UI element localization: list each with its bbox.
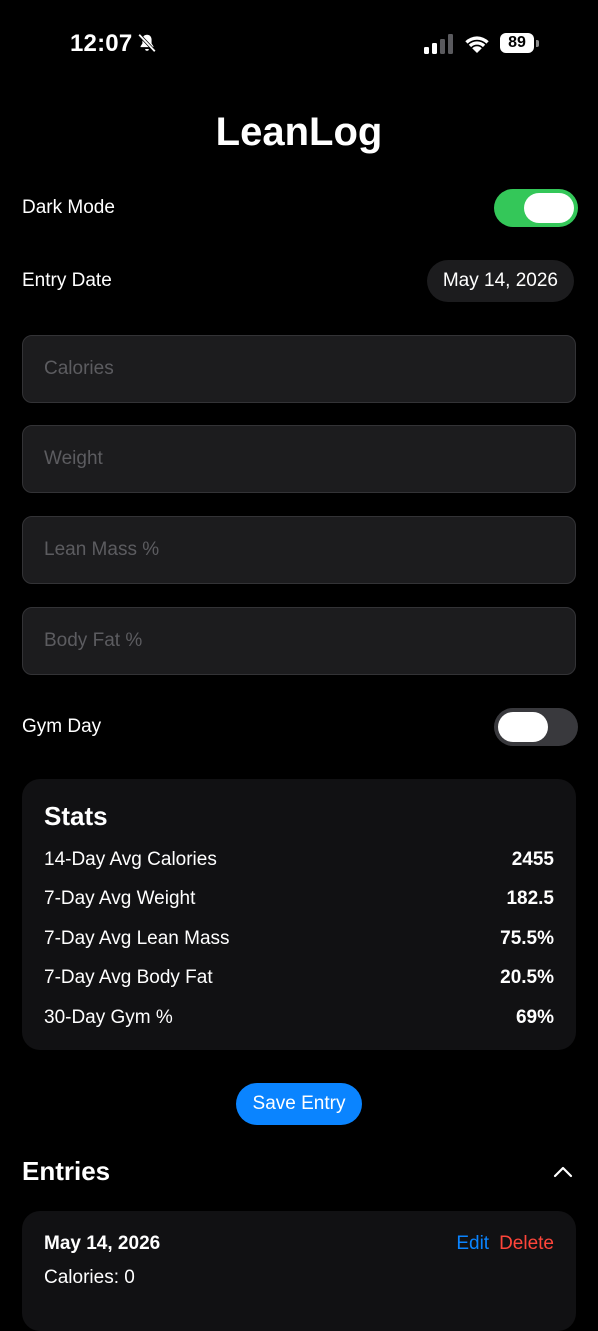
stat-row: 7-Day Avg Lean Mass 75.5% bbox=[44, 928, 554, 950]
stat-row: 14-Day Avg Calories 2455 bbox=[44, 849, 554, 871]
gym-day-label: Gym Day bbox=[22, 716, 102, 737]
gym-day-row: Gym Day bbox=[22, 708, 578, 746]
entry-calories: Calories: 0 bbox=[44, 1267, 135, 1288]
stat-row: 7-Day Avg Weight 182.5 bbox=[44, 888, 554, 910]
toggle-knob bbox=[524, 193, 574, 223]
wifi-icon bbox=[465, 36, 489, 53]
app-title: LeanLog bbox=[215, 110, 383, 154]
stat-value: 182.5 bbox=[506, 888, 554, 909]
status-time: 12:07 bbox=[70, 30, 133, 57]
gym-day-toggle[interactable] bbox=[494, 708, 578, 746]
dark-mode-toggle[interactable] bbox=[494, 189, 578, 227]
entries-header: Entries bbox=[22, 1156, 576, 1187]
stat-label: 30-Day Gym % bbox=[44, 1007, 173, 1028]
battery-level: 89 bbox=[500, 33, 534, 53]
entry-actions: Edit Delete bbox=[456, 1233, 554, 1255]
stats-title: Stats bbox=[44, 801, 108, 831]
save-entry-button[interactable]: Save Entry bbox=[236, 1083, 362, 1125]
stat-label: 14-Day Avg Calories bbox=[44, 849, 217, 870]
battery-cap bbox=[536, 40, 539, 47]
stat-label: 7-Day Avg Weight bbox=[44, 888, 196, 909]
stat-label: 7-Day Avg Body Fat bbox=[44, 967, 213, 988]
entry-date-row: Entry Date May 14, 2026 bbox=[22, 260, 576, 302]
body-fat-input[interactable] bbox=[23, 608, 575, 674]
dark-mode-row: Dark Mode bbox=[22, 189, 578, 227]
calories-input[interactable] bbox=[23, 336, 575, 402]
entry-card: May 14, 2026 Edit Delete Calories: 0 bbox=[22, 1211, 576, 1331]
status-bar: 12:07 89 bbox=[0, 0, 598, 88]
toggle-knob bbox=[498, 712, 548, 742]
stat-value: 2455 bbox=[511, 849, 554, 870]
battery-icon: 89 bbox=[500, 33, 539, 55]
bell-slash-icon bbox=[138, 33, 156, 53]
body-fat-field[interactable] bbox=[22, 607, 576, 675]
delete-button[interactable]: Delete bbox=[499, 1233, 554, 1254]
stat-value: 20.5% bbox=[500, 967, 554, 988]
edit-button[interactable]: Edit bbox=[456, 1233, 489, 1254]
stat-row: 7-Day Avg Body Fat 20.5% bbox=[44, 967, 554, 989]
stat-row: 30-Day Gym % 69% bbox=[44, 1007, 554, 1029]
stat-label: 7-Day Avg Lean Mass bbox=[44, 928, 230, 949]
weight-field[interactable] bbox=[22, 425, 576, 493]
entry-date-label: Entry Date bbox=[22, 270, 112, 291]
lean-mass-field[interactable] bbox=[22, 516, 576, 584]
signal-icon bbox=[424, 34, 453, 54]
weight-input[interactable] bbox=[23, 426, 575, 492]
stat-value: 69% bbox=[515, 1007, 554, 1028]
stat-value: 75.5% bbox=[500, 928, 554, 949]
entry-date-picker[interactable]: May 14, 2026 bbox=[426, 260, 574, 302]
dark-mode-label: Dark Mode bbox=[22, 197, 115, 218]
chevron-up-icon[interactable] bbox=[552, 1161, 574, 1183]
calories-field[interactable] bbox=[22, 335, 576, 403]
entry-date: May 14, 2026 bbox=[44, 1233, 161, 1254]
lean-mass-input[interactable] bbox=[23, 517, 575, 583]
entries-title: Entries bbox=[22, 1156, 111, 1186]
stats-card: Stats 14-Day Avg Calories 2455 7-Day Avg… bbox=[22, 779, 576, 1050]
